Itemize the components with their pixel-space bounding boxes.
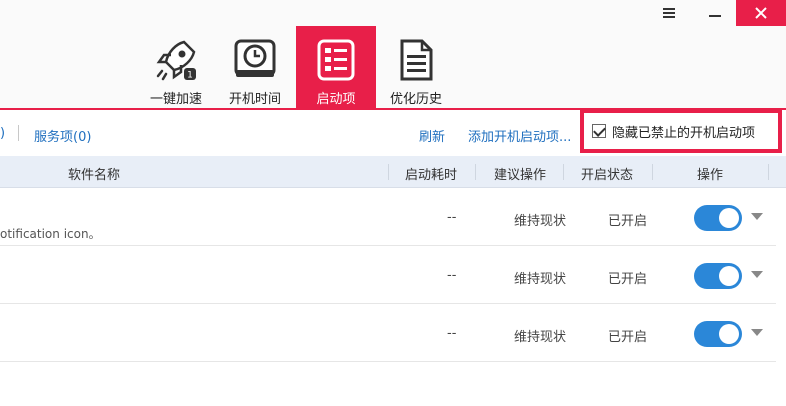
chevron-down-icon[interactable] <box>751 271 763 278</box>
tab-boot-time-label: 开机时间 <box>228 92 281 107</box>
startup-toggle[interactable] <box>694 321 742 347</box>
table-scrollbar[interactable] <box>776 188 786 406</box>
table-row[interactable]: -- 维持现状 已开启 <box>0 247 786 304</box>
row-startup-time: -- <box>447 210 457 225</box>
add-startup-link[interactable]: 添加开机启动项... <box>468 126 571 145</box>
close-icon <box>755 7 767 19</box>
row-suggestion: 维持现状 <box>514 214 567 229</box>
col-separator <box>563 164 564 180</box>
table-row[interactable]: -- 维持现状 已开启 <box>0 305 786 362</box>
startup-toggle[interactable] <box>694 205 742 231</box>
table-row[interactable]: otification icon。 -- 维持现状 已开启 <box>0 189 786 246</box>
row-status: 已开启 <box>608 272 648 287</box>
tab-boot-time[interactable]: 开机时间 <box>215 26 295 108</box>
startup-toggle[interactable] <box>694 263 742 289</box>
row-suggestion: 维持现状 <box>514 330 567 345</box>
tab-optimize-history-label: 优化历史 <box>389 92 442 107</box>
col-suggestion: 建议操作 <box>494 168 547 183</box>
chevron-down-icon[interactable] <box>751 213 763 220</box>
row-status: 已开启 <box>608 214 648 229</box>
tab-optimize-history[interactable]: 优化历史 <box>376 26 456 108</box>
col-separator <box>388 164 389 180</box>
col-action: 操作 <box>697 168 724 183</box>
table-header: 软件名称 启动耗时 建议操作 开启状态 操作 <box>0 156 786 188</box>
menu-button[interactable] <box>652 0 686 26</box>
col-startup-time: 启动耗时 <box>405 168 458 183</box>
row-status: 已开启 <box>608 330 648 345</box>
minimize-icon <box>709 15 721 17</box>
row-startup-time: -- <box>447 326 457 341</box>
tab-speedup-label: 一键加速 <box>149 92 202 107</box>
row-suggestion: 维持现状 <box>514 272 567 287</box>
tab-startup-items[interactable]: 启动项 <box>296 26 376 108</box>
col-separator <box>652 164 653 180</box>
col-software-name: 软件名称 <box>68 168 121 183</box>
chevron-down-icon[interactable] <box>751 329 763 336</box>
row-startup-time: -- <box>447 268 457 283</box>
tab-speedup[interactable]: 1 一键加速 <box>136 26 216 108</box>
tab-startup-items-label: 启动项 <box>316 92 356 107</box>
col-separator <box>768 164 769 180</box>
clock-icon <box>231 36 279 84</box>
col-status: 开启状态 <box>581 168 634 183</box>
menu-icon <box>663 8 675 18</box>
startup-list-icon <box>312 36 360 84</box>
hide-disabled-checkbox[interactable] <box>592 124 606 138</box>
close-button[interactable] <box>736 0 786 26</box>
refresh-link[interactable]: 刷新 <box>419 126 445 145</box>
services-tab[interactable]: 服务项(0) <box>34 126 91 145</box>
hide-disabled-option[interactable]: 隐藏已禁止的开机启动项 <box>580 109 782 153</box>
hide-disabled-label: 隐藏已禁止的开机启动项 <box>612 125 756 141</box>
minimize-button[interactable] <box>698 0 732 26</box>
app-header: 1 一键加速 开机时间 启动项 优化历史 <box>0 0 786 108</box>
startup-count-tab[interactable]: ) <box>0 126 5 141</box>
col-separator <box>475 164 476 180</box>
toolbar-separator <box>18 125 19 141</box>
row-description: otification icon。 <box>0 227 101 241</box>
svg-text:1: 1 <box>187 71 193 81</box>
document-icon <box>392 36 440 84</box>
rocket-icon: 1 <box>152 36 200 84</box>
